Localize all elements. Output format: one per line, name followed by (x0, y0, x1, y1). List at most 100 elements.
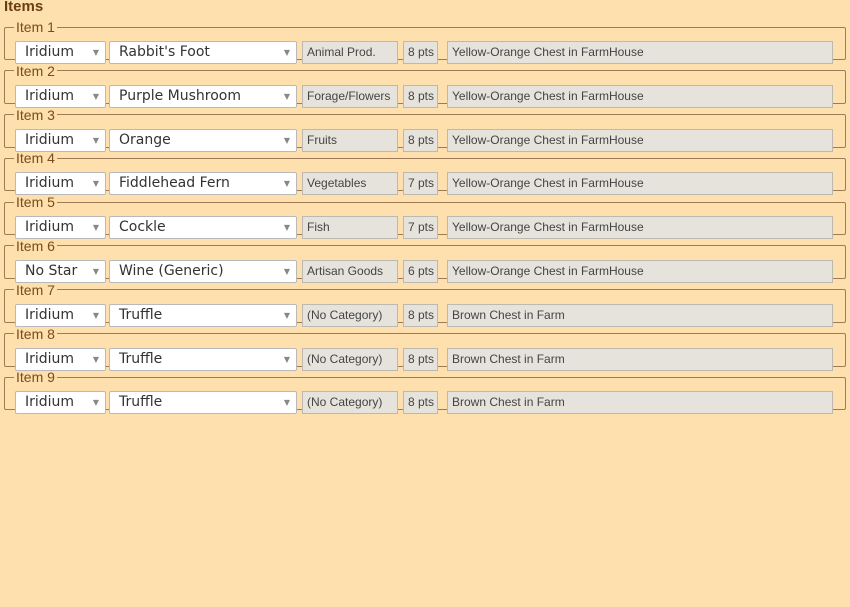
chevron-down-icon: ▼ (283, 179, 290, 189)
item-name-value: Truffle (119, 394, 163, 411)
item-name-select[interactable]: Fiddlehead Fern ▼ (109, 172, 297, 196)
quality-value: No Star (25, 262, 78, 279)
item-name-select[interactable]: Orange ▼ (109, 128, 297, 152)
item-group: Item 8 Iridium ▼ Truffle ▼ (No Category) 8… (4, 325, 846, 371)
chevron-down-icon: ▼ (92, 48, 99, 57)
quality-select[interactable]: No Star ▼ (15, 259, 106, 283)
chevron-down-icon: ▼ (92, 223, 99, 233)
item-name-select[interactable]: Truffle ▼ (109, 303, 297, 327)
item-label: Item 7 (16, 281, 55, 298)
items-list: Item 1 Iridium ▼ Rabbit's Foot ▼ Animal Pr… (4, 19, 846, 415)
item-name-value: Cockle (119, 219, 166, 236)
location-field: Yellow-Orange Chest in FarmHouse (447, 128, 833, 152)
item-name-value: Truffle (119, 306, 163, 323)
item-name-select[interactable]: Cockle ▼ (109, 216, 297, 240)
item-name-value: Wine (Generic) (119, 262, 224, 279)
item-group: Item 9 Iridium ▼ Truffle ▼ (No Category) 8… (4, 369, 846, 415)
quality-select[interactable]: Iridium ▼ (15, 303, 106, 327)
item-name-select[interactable]: Purple Mushroom ▼ (109, 84, 297, 108)
points-field: 6 pts (403, 259, 438, 283)
item-group: Item 3 Iridium ▼ Orange ▼ Fruits 8 pts Yel… (4, 106, 846, 152)
category-field: Fruits (302, 128, 398, 152)
category-field: Fish (302, 216, 398, 240)
chevron-down-icon: ▼ (283, 310, 290, 320)
quality-select[interactable]: Iridium ▼ (15, 128, 106, 152)
quality-select[interactable]: Iridium ▼ (15, 84, 106, 108)
item-label: Item 5 (16, 194, 55, 211)
category-field: (No Category) (302, 303, 398, 327)
quality-value: Iridium (25, 131, 75, 148)
section-heading: Items (4, 0, 44, 15)
quality-value: Iridium (25, 175, 75, 192)
chevron-down-icon: ▼ (283, 398, 290, 408)
item-label: Item 2 (16, 62, 55, 79)
location-field: Yellow-Orange Chest in FarmHouse (447, 259, 833, 283)
item-name-select[interactable]: Truffle ▼ (109, 391, 297, 415)
chevron-down-icon: ▼ (92, 354, 99, 364)
quality-select[interactable]: Iridium ▼ (15, 216, 106, 240)
quality-select[interactable]: Iridium ▼ (15, 347, 106, 371)
item-name-value: Fiddlehead Fern (119, 175, 230, 192)
item-label: Item 9 (16, 369, 55, 386)
chevron-down-icon: ▼ (92, 135, 99, 145)
location-field: Yellow-Orange Chest in FarmHouse (447, 41, 833, 64)
chevron-down-icon: ▼ (92, 266, 99, 276)
quality-value: Iridium (25, 350, 75, 367)
chevron-down-icon: ▼ (92, 91, 99, 101)
points-field: 8 pts (403, 41, 438, 64)
quality-value: Iridium (25, 87, 75, 104)
category-field: Vegetables (302, 172, 398, 196)
item-label: Item 3 (16, 106, 55, 123)
item-label: Item 6 (16, 237, 55, 254)
chevron-down-icon: ▼ (283, 354, 290, 364)
item-label: Item 8 (16, 325, 55, 342)
quality-value: Iridium (25, 219, 75, 236)
chevron-down-icon: ▼ (283, 266, 290, 276)
item-name-select[interactable]: Truffle ▼ (109, 347, 297, 371)
item-label: Item 4 (16, 150, 55, 167)
category-field: (No Category) (302, 391, 398, 415)
category-field: (No Category) (302, 347, 398, 371)
category-field: Animal Prod. (302, 41, 398, 64)
chevron-down-icon: ▼ (283, 135, 290, 145)
item-group: Item 2 Iridium ▼ Purple Mushroom ▼ Forage/… (4, 62, 846, 108)
chevron-down-icon: ▼ (92, 179, 99, 189)
location-field: Brown Chest in Farm (447, 391, 833, 415)
location-field: Brown Chest in Farm (447, 347, 833, 371)
chevron-down-icon: ▼ (283, 223, 290, 233)
points-field: 8 pts (403, 303, 438, 327)
item-group: Item 5 Iridium ▼ Cockle ▼ Fish 7 pts Yello… (4, 194, 846, 240)
item-name-value: Truffle (119, 350, 163, 367)
points-field: 8 pts (403, 84, 438, 108)
quality-select[interactable]: Iridium ▼ (15, 41, 106, 64)
points-field: 8 pts (403, 128, 438, 152)
quality-value: Iridium (25, 394, 75, 411)
location-field: Yellow-Orange Chest in FarmHouse (447, 84, 833, 108)
item-name-value: Purple Mushroom (119, 87, 242, 104)
item-name-select[interactable]: Wine (Generic) ▼ (109, 259, 297, 283)
points-field: 7 pts (403, 216, 438, 240)
points-field: 8 pts (403, 347, 438, 371)
location-field: Yellow-Orange Chest in FarmHouse (447, 216, 833, 240)
location-field: Yellow-Orange Chest in FarmHouse (447, 172, 833, 196)
item-group: Item 7 Iridium ▼ Truffle ▼ (No Category) 8… (4, 281, 846, 327)
chevron-down-icon: ▼ (283, 91, 290, 101)
points-field: 8 pts (403, 391, 438, 415)
location-field: Brown Chest in Farm (447, 303, 833, 327)
chevron-down-icon: ▼ (92, 398, 99, 408)
quality-select[interactable]: Iridium ▼ (15, 391, 106, 415)
quality-value: Iridium (25, 306, 75, 323)
category-field: Forage/Flowers (302, 84, 398, 108)
item-group: Item 4 Iridium ▼ Fiddlehead Fern ▼ Vegetab… (4, 150, 846, 196)
chevron-down-icon: ▼ (283, 48, 290, 57)
item-label: Item 1 (16, 19, 55, 35)
category-field: Artisan Goods (302, 259, 398, 283)
quality-value: Iridium (25, 44, 75, 60)
quality-select[interactable]: Iridium ▼ (15, 172, 106, 196)
item-group: Item 6 No Star ▼ Wine (Generic) ▼ Artisan … (4, 237, 846, 283)
item-group: Item 1 Iridium ▼ Rabbit's Foot ▼ Animal Pr… (4, 19, 846, 64)
item-name-value: Orange (119, 131, 171, 148)
item-name-select[interactable]: Rabbit's Foot ▼ (109, 41, 297, 64)
points-field: 7 pts (403, 172, 438, 196)
chevron-down-icon: ▼ (92, 310, 99, 320)
